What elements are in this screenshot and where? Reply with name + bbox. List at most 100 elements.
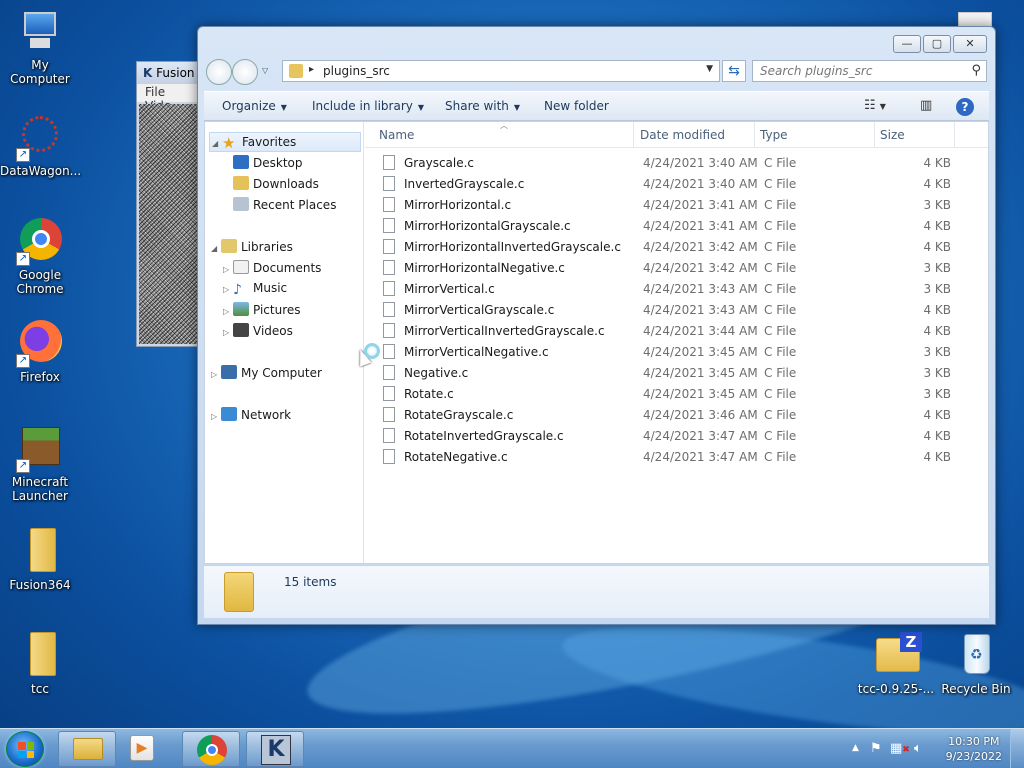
file-type: C File: [764, 261, 797, 275]
column-divider[interactable]: [874, 122, 875, 148]
nav-music[interactable]: ▷ ♪ Music: [223, 281, 287, 301]
include-in-library-button[interactable]: Include in library ▼: [312, 99, 424, 113]
expand-icon[interactable]: ▷: [211, 412, 221, 421]
file-row[interactable]: RotateInvertedGrayscale.c 4/24/2021 3:47 …: [383, 425, 983, 446]
address-dropdown-icon[interactable]: ▼: [706, 64, 713, 74]
nav-libraries[interactable]: ◢ Libraries: [211, 239, 293, 259]
help-icon[interactable]: ?: [956, 98, 974, 116]
expand-icon[interactable]: ▷: [223, 328, 233, 337]
expand-icon[interactable]: ◢: [212, 139, 222, 148]
nav-label: Recent Places: [253, 198, 337, 212]
desktop-icon-fusion364[interactable]: Fusion364: [0, 528, 80, 592]
column-type[interactable]: Type: [760, 128, 788, 142]
desktop-icon-datawagon[interactable]: ↗ DataWagon...: [0, 114, 81, 178]
file-row[interactable]: MirrorVerticalInvertedGrayscale.c 4/24/20…: [383, 320, 983, 341]
background-window-fusion[interactable]: K Fusion File Vide: [136, 61, 206, 347]
breadcrumb-path[interactable]: plugins_src: [323, 64, 390, 78]
fusion-app-icon: K: [143, 66, 153, 80]
file-name: MirrorVertical.c: [404, 282, 495, 296]
recent-pages-dropdown-icon[interactable]: ▽: [262, 66, 268, 75]
view-options-icon[interactable]: ☷ ▼: [864, 98, 886, 113]
window-titlebar[interactable]: K Fusion: [137, 62, 205, 84]
file-row[interactable]: MirrorVerticalNegative.c 4/24/2021 3:45 A…: [383, 341, 983, 362]
search-input[interactable]: Search plugins_src ⚲: [752, 60, 987, 82]
column-date-modified[interactable]: Date modified: [640, 128, 725, 142]
clock[interactable]: 10:30 PM 9/23/2022: [946, 734, 1002, 764]
file-row[interactable]: Grayscale.c 4/24/2021 3:40 AM C File 4 KB: [383, 152, 983, 173]
nav-favorites[interactable]: ◢ ★ Favorites: [209, 132, 361, 152]
desktop-icon-minecraft-launcher[interactable]: ↗ Minecraft Launcher: [0, 425, 80, 503]
file-name: Grayscale.c: [404, 156, 475, 170]
taskbar-explorer-button[interactable]: [58, 731, 116, 767]
taskbar-chrome-button[interactable]: [182, 731, 240, 767]
datawagon-icon: ↗: [16, 114, 64, 162]
desktop-icon-google-chrome[interactable]: ↗ Google Chrome: [0, 218, 80, 296]
file-row[interactable]: RotateGrayscale.c 4/24/2021 3:46 AM C File…: [383, 404, 983, 425]
maximize-button[interactable]: ▢: [923, 35, 951, 53]
menu-file[interactable]: File: [145, 85, 165, 99]
expand-icon[interactable]: ▷: [223, 285, 233, 294]
navigation-pane: ◢ ★ Favorites Desktop Downloads Recent Pla…: [205, 122, 364, 563]
nav-my-computer[interactable]: ▷ My Computer: [211, 365, 322, 385]
organize-button[interactable]: Organize ▼: [222, 99, 287, 113]
column-divider[interactable]: [954, 122, 955, 148]
desktop-icon-my-computer[interactable]: My Computer: [0, 8, 80, 86]
nav-videos[interactable]: ▷ Videos: [223, 323, 293, 343]
file-size: 3 KB: [923, 345, 951, 359]
file-row[interactable]: MirrorVertical.c 4/24/2021 3:43 AM C File 3…: [383, 278, 983, 299]
desktop-icon-recycle-bin[interactable]: ♻ Recycle Bin: [936, 632, 1016, 696]
back-button[interactable]: [206, 59, 232, 85]
start-button[interactable]: [6, 731, 44, 767]
column-name[interactable]: Name: [379, 128, 414, 142]
shortcut-arrow-icon: ↗: [16, 252, 30, 266]
c-file-icon: [383, 365, 395, 380]
preview-pane-icon[interactable]: ▥: [920, 98, 932, 113]
desktop-icon-label: Minecraft Launcher: [11, 475, 69, 503]
volume-icon[interactable]: 🔈︎: [914, 741, 922, 756]
minimize-button[interactable]: —: [893, 35, 921, 53]
nav-network[interactable]: ▷ Network: [211, 407, 291, 427]
desktop-icon-tcc[interactable]: tcc: [0, 632, 80, 696]
nav-label: Documents: [253, 261, 322, 275]
network-status-icon[interactable]: ▦✖: [890, 741, 910, 756]
downloads-icon: [233, 176, 249, 190]
breadcrumb-separator-icon[interactable]: ▸: [309, 64, 314, 75]
desktop-icon-firefox[interactable]: ↗ Firefox: [0, 320, 80, 384]
c-file-icon: [383, 428, 395, 443]
column-divider[interactable]: [633, 122, 634, 148]
file-row[interactable]: RotateNegative.c 4/24/2021 3:47 AM C File 4…: [383, 446, 983, 467]
forward-button[interactable]: [232, 59, 258, 85]
taskbar-media-player-button[interactable]: ▶: [130, 735, 158, 763]
show-hidden-icons-icon[interactable]: ▲: [852, 743, 859, 753]
file-row[interactable]: MirrorVerticalGrayscale.c 4/24/2021 3:43 …: [383, 299, 983, 320]
file-row[interactable]: InvertedGrayscale.c 4/24/2021 3:40 AM C Fi…: [383, 173, 983, 194]
action-center-icon[interactable]: ⚑: [870, 741, 882, 756]
file-row[interactable]: MirrorHorizontalInvertedGrayscale.c 4/24/…: [383, 236, 983, 257]
expand-icon[interactable]: ▷: [223, 265, 233, 274]
refresh-icon[interactable]: ⇆: [722, 60, 746, 82]
new-folder-button[interactable]: New folder: [544, 99, 609, 113]
file-row[interactable]: Negative.c 4/24/2021 3:45 AM C File 3 KB: [383, 362, 983, 383]
expand-icon[interactable]: ◢: [211, 244, 221, 253]
taskbar-fusion-button[interactable]: K: [246, 731, 304, 767]
file-row[interactable]: MirrorHorizontalGrayscale.c 4/24/2021 3:4…: [383, 215, 983, 236]
column-divider[interactable]: [754, 122, 755, 148]
column-size[interactable]: Size: [880, 128, 905, 142]
desktop-icon-tcc-archive[interactable]: Z tcc-0.9.25-...: [856, 632, 936, 696]
nav-documents[interactable]: ▷ Documents: [223, 260, 321, 280]
nav-recent-places[interactable]: Recent Places: [233, 197, 336, 217]
nav-downloads[interactable]: Downloads: [233, 176, 319, 196]
show-desktop-button[interactable]: [1010, 729, 1024, 768]
search-icon[interactable]: ⚲: [971, 63, 981, 78]
file-row[interactable]: MirrorHorizontalNegative.c 4/24/2021 3:42…: [383, 257, 983, 278]
share-with-button[interactable]: Share with ▼: [445, 99, 520, 113]
explorer-window[interactable]: — ▢ ✕ ▽ ▸ plugins_src ▼ ⇆ Search plugins…: [197, 26, 996, 625]
address-bar[interactable]: ▸ plugins_src ▼: [282, 60, 720, 82]
file-row[interactable]: MirrorHorizontal.c 4/24/2021 3:41 AM C Fil…: [383, 194, 983, 215]
nav-pictures[interactable]: ▷ Pictures: [223, 302, 301, 322]
file-row[interactable]: Rotate.c 4/24/2021 3:45 AM C File 3 KB: [383, 383, 983, 404]
nav-desktop[interactable]: Desktop: [233, 155, 303, 175]
expand-icon[interactable]: ▷: [211, 370, 221, 379]
expand-icon[interactable]: ▷: [223, 307, 233, 316]
close-button[interactable]: ✕: [953, 35, 987, 53]
